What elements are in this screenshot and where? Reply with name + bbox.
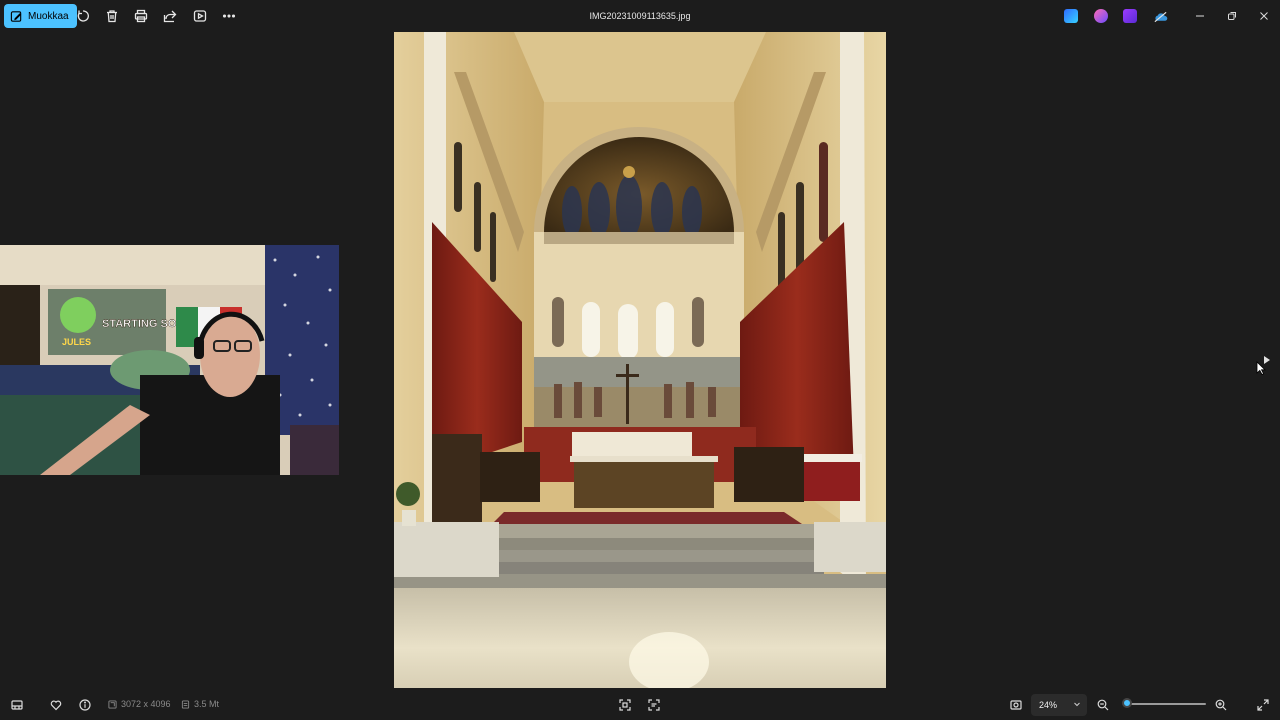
heart-icon: [50, 700, 62, 711]
zoom-level-text: 24%: [1039, 700, 1058, 710]
file-size: 3.5 Mt: [181, 699, 219, 709]
image-dimensions: 3072 x 4096: [108, 699, 171, 709]
fullscreen-button[interactable]: [1256, 698, 1270, 712]
fit-window-icon: [1010, 700, 1022, 710]
onedrive-icon: [1154, 11, 1167, 23]
webcam-feed: JULES STARTING SOON: [0, 245, 339, 475]
zoom-out-button[interactable]: [1096, 698, 1110, 712]
copilot-app-icon[interactable]: [1094, 9, 1108, 23]
designer-app-icon[interactable]: [1064, 9, 1078, 23]
zoom-out-icon: [1097, 699, 1109, 711]
chevron-down-icon: [1074, 702, 1080, 707]
focus-frame-icon: [619, 699, 631, 711]
dimensions-text: 3072 x 4096: [121, 699, 171, 709]
minimize-icon: [1196, 15, 1204, 17]
zoom-slider[interactable]: [1124, 703, 1206, 705]
zoom-in-icon: [1215, 699, 1227, 711]
close-button[interactable]: [1254, 6, 1274, 26]
fit-to-window-button[interactable]: [1009, 698, 1023, 712]
filmstrip-button[interactable]: [10, 698, 24, 712]
bottom-toolbar: 3072 x 4096 3.5 Mt 24%: [0, 690, 1280, 720]
webcam-sticker-text: JULES: [62, 337, 91, 347]
restore-icon: [1228, 12, 1236, 20]
mouse-cursor-icon: [1256, 361, 1266, 375]
zoom-in-button[interactable]: [1214, 698, 1228, 712]
file-name-title: IMG20231009113635.jpg: [589, 11, 691, 21]
favorite-button[interactable]: [49, 698, 63, 712]
restore-button[interactable]: [1222, 6, 1242, 26]
dimensions-icon: [108, 699, 117, 709]
visual-search-button[interactable]: [647, 698, 661, 712]
file-size-text: 3.5 Mt: [194, 699, 220, 709]
info-button[interactable]: [78, 698, 92, 712]
filmstrip-icon: [11, 700, 23, 710]
onedrive-button[interactable]: [1152, 9, 1168, 25]
minimize-button[interactable]: [1190, 6, 1210, 26]
zoom-level-dropdown[interactable]: 24%: [1031, 694, 1087, 716]
church-altar-image: [394, 32, 886, 688]
church-photo[interactable]: [394, 32, 886, 688]
clipchamp-app-icon[interactable]: [1123, 9, 1137, 23]
file-size-icon: [181, 699, 190, 709]
scan-text-icon: [648, 699, 660, 711]
crop-select-button[interactable]: [618, 698, 632, 712]
top-toolbar: Muokkaa IMG20231009113635.jpg: [0, 0, 1280, 32]
close-icon: [1260, 12, 1268, 20]
info-icon: [79, 699, 91, 711]
webcam-overlay: JULES STARTING SOON: [0, 245, 339, 475]
expand-icon: [1257, 699, 1269, 711]
